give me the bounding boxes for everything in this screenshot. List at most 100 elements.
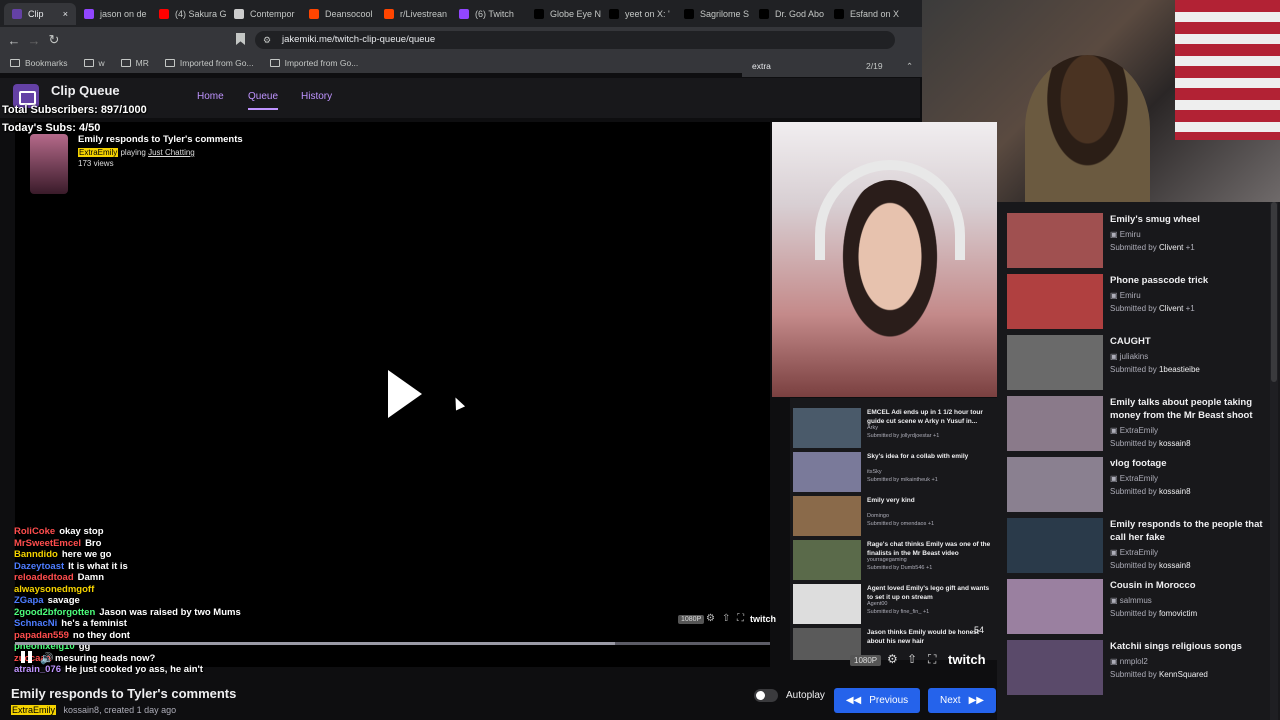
mini-queue-title: EMCEL Adi ends up in 1 1/2 hour tour gui… — [867, 409, 983, 425]
queue-item[interactable]: Emily responds to the people that call h… — [1007, 518, 1277, 578]
mini-queue-title: Rage's chat thinks Emily was one of the … — [867, 541, 991, 557]
quality-badge-large[interactable]: 1080P — [850, 655, 882, 666]
browser-tab[interactable]: Dr. God Abo — [751, 3, 826, 25]
channel-name-below[interactable]: ExtraEmily — [11, 705, 57, 715]
chat-username[interactable]: MrSweetEmcel — [14, 538, 81, 549]
tab-favicon-icon — [234, 8, 244, 19]
queue-item[interactable]: Emily talks about people taking money fr… — [1007, 396, 1277, 456]
queue-item[interactable]: CAUGHT ▣ juliakins Submitted by 1beastieib… — [1007, 335, 1277, 395]
nav-queue[interactable]: Queue — [248, 91, 279, 110]
submitter-name: Clivent — [1158, 243, 1184, 252]
browser-tab[interactable]: Sagrilome S — [676, 3, 751, 25]
queue-item[interactable]: Emily's smug wheel ▣ Emiru Submitted by Cl… — [1007, 213, 1277, 273]
bookmark-item[interactable]: Imported from Go... — [164, 58, 254, 68]
autoplay-toggle[interactable] — [754, 689, 778, 702]
next-button[interactable]: Next ▶▶ — [928, 688, 996, 713]
find-input[interactable]: extra — [752, 61, 771, 71]
find-bar[interactable]: extra 2/19 ⌃ — [742, 55, 922, 77]
chat-username[interactable]: ZGapa — [14, 595, 44, 606]
settings-icon[interactable]: ⚙ — [706, 613, 715, 624]
bookmark-item[interactable]: w — [83, 58, 105, 68]
share-icon-large[interactable]: ⇧ — [907, 652, 917, 666]
settings-icon-large[interactable]: ⚙ — [887, 652, 898, 666]
queue-author: ▣ Emiru — [1110, 230, 1141, 239]
mini-queue-item[interactable]: Sky's idea for a collab with emily itsSky… — [793, 452, 998, 496]
quality-badge[interactable]: 1080P — [678, 615, 705, 624]
submitter-name: Clivent — [1158, 304, 1184, 313]
queue-item[interactable]: Phone passcode trick ▣ Emiru Submitted by … — [1007, 274, 1277, 334]
tab-label: r/Livestrean — [400, 8, 448, 19]
chat-message: mesuring heads now? — [54, 652, 156, 664]
seek-progress — [15, 642, 615, 645]
queue-item[interactable]: Cousin in Morocco ▣ salmmus Submitted by f… — [1007, 579, 1277, 639]
chat-username[interactable]: papadan559 — [14, 630, 69, 641]
volume-icon[interactable]: 🔊 — [40, 652, 54, 665]
browser-tab[interactable]: Contempor — [226, 3, 301, 25]
forward-icon[interactable]: → — [24, 33, 44, 48]
submitted-by-label: Submitted by — [1110, 561, 1157, 570]
autoplay-label: Autoplay — [786, 690, 825, 701]
chat-username[interactable]: Dazeytoast — [14, 561, 64, 572]
chat-username[interactable]: SchnacNi — [14, 618, 57, 629]
browser-tab[interactable]: r/Livestrean — [376, 3, 451, 25]
channel-name[interactable]: ExtraEmily — [78, 148, 119, 157]
fullscreen-icon[interactable]: ⛶ — [737, 613, 744, 624]
chat-username[interactable]: RoliCoke — [14, 526, 55, 537]
close-tab-icon[interactable]: × — [63, 9, 68, 19]
bookmark-item[interactable]: MR — [120, 58, 149, 68]
queue-title: vlog footage — [1110, 458, 1167, 469]
browser-tab[interactable]: Deansocool — [301, 3, 376, 25]
tab-favicon-icon — [309, 8, 319, 19]
pause-icon[interactable] — [20, 650, 34, 664]
creator-name[interactable]: kossain8 — [64, 705, 100, 715]
chat-username[interactable]: Banndido — [14, 549, 58, 560]
chat-username[interactable]: 2good2bforgotten — [14, 607, 95, 618]
mini-queue-item[interactable]: Emily very kind Domingo Submitted by omend… — [793, 496, 998, 540]
queue-author: ▣ ExtraEmily — [1110, 426, 1158, 435]
queue-item[interactable]: vlog footage ▣ ExtraEmily Submitted by kos… — [1007, 457, 1277, 517]
find-up-icon[interactable]: ⌃ — [906, 61, 913, 72]
browser-tab[interactable]: Esfand on X — [826, 3, 901, 25]
fullscreen-icon-large[interactable]: ⛶ — [928, 652, 936, 667]
previous-button[interactable]: ◀◀ Previous — [834, 688, 920, 713]
browser-tab[interactable]: yeet on X: ' — [601, 3, 676, 25]
channel-icon: ▣ — [1110, 230, 1120, 239]
back-icon[interactable]: ← — [4, 33, 24, 48]
queue-thumbnail — [1007, 396, 1103, 451]
tab-label: Contempor — [250, 8, 295, 19]
queue-thumbnail — [1007, 640, 1103, 695]
browser-tab[interactable]: Globe Eye N — [526, 3, 601, 25]
folder-icon — [164, 59, 175, 67]
queue-item[interactable]: Katchii sings religious songs ▣ nmplol2 Su… — [1007, 640, 1277, 700]
game-link[interactable]: Just Chatting — [148, 148, 195, 157]
play-icon[interactable] — [388, 370, 422, 418]
bookmark-item[interactable]: Bookmarks — [10, 58, 68, 68]
address-bar[interactable]: jakemiki.me/twitch-clip-queue/queue — [255, 31, 895, 49]
queue-author: ▣ salmmus — [1110, 596, 1152, 605]
mini-queue-item[interactable]: Agent loved Emily's lego gift and wants … — [793, 584, 998, 628]
browser-tab[interactable]: Clip × — [4, 2, 76, 25]
bookmark-label: Imported from Go... — [284, 58, 359, 68]
reload-icon[interactable]: ↻ — [44, 32, 64, 48]
browser-tab[interactable]: jason on de — [76, 3, 151, 25]
nav-history[interactable]: History — [301, 91, 332, 102]
mini-queue-item[interactable]: Rage's chat thinks Emily was one of the … — [793, 540, 998, 584]
nav-home[interactable]: Home — [197, 91, 224, 102]
queue-submitter: Submitted by fomovictim — [1110, 609, 1197, 618]
tab-favicon-icon — [12, 8, 22, 19]
chat-username[interactable]: alwaysonedmgoff — [14, 584, 94, 595]
chat-username[interactable]: atrain_076 — [14, 664, 61, 675]
chat-username[interactable]: reloadedtoad — [14, 572, 74, 583]
browser-tab[interactable]: (4) Sakura G — [151, 3, 226, 25]
site-info-icon[interactable]: ⚙ — [263, 35, 271, 46]
mini-queue-author: yourragegaming — [867, 557, 907, 563]
queue-submitter: Submitted by kossain8 — [1110, 439, 1191, 448]
today-subs: Today's Subs: 4/50 — [2, 122, 101, 134]
sidebar-scroll-thumb[interactable] — [1271, 202, 1277, 382]
mini-queue-author: itsSky — [867, 469, 882, 475]
mini-queue-item[interactable]: EMCEL Adi ends up in 1 1/2 hour tour gui… — [793, 408, 998, 452]
bookmark-item[interactable]: Imported from Go... — [269, 58, 359, 68]
share-icon[interactable]: ⇧ — [722, 613, 730, 624]
browser-tab[interactable]: (6) Twitch — [451, 3, 526, 25]
bookmark-label: Bookmarks — [25, 58, 68, 68]
